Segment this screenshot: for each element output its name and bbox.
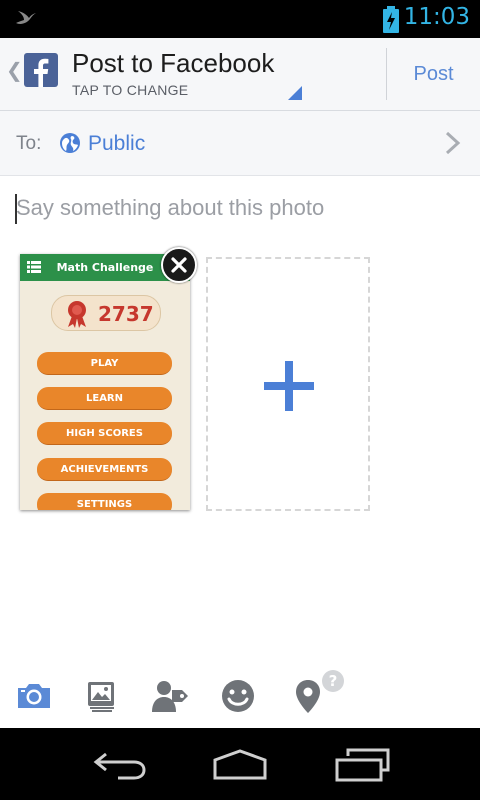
attached-photo-thumbnail[interactable]: Math Challenge 2737 PLAY LEARN HIGH SCOR… (20, 254, 190, 510)
thumbnail-settings-button: SETTINGS (37, 493, 172, 510)
emoticon-icon[interactable] (218, 676, 258, 716)
award-ribbon-icon (68, 301, 86, 328)
score-value: 2737 (98, 302, 154, 326)
thumbnail-learn-button: LEARN (37, 387, 172, 410)
recent-apps-icon[interactable] (334, 748, 390, 784)
close-icon (171, 257, 187, 273)
battery-icon (383, 6, 399, 33)
back-icon[interactable] (92, 750, 148, 782)
remove-photo-button[interactable] (161, 247, 197, 283)
message-input[interactable]: Say something about this photo (16, 195, 324, 221)
thumbnail-play-button: PLAY (37, 352, 172, 375)
facebook-icon[interactable] (24, 53, 58, 87)
location-help-badge: ? (322, 670, 344, 692)
audience-value[interactable]: Public (88, 132, 145, 156)
status-time: 11:03 (403, 4, 470, 30)
page-title[interactable]: Post to Facebook (72, 48, 274, 79)
tag-people-icon[interactable] (150, 676, 190, 716)
navigation-bar (0, 728, 480, 800)
camera-icon[interactable] (14, 676, 54, 716)
audience-row[interactable]: To: Public (0, 111, 480, 176)
add-photo-button[interactable] (206, 257, 370, 511)
to-label: To: (16, 133, 42, 154)
globe-icon (60, 133, 80, 153)
thumbnail-achievements-button: ACHIEVEMENTS (37, 458, 172, 481)
notification-bird-icon (16, 11, 36, 24)
status-bar: 11:03 (0, 0, 480, 38)
tap-to-change-label[interactable]: TAP TO CHANGE (72, 82, 188, 98)
plus-icon (264, 361, 314, 411)
photo-album-icon[interactable] (82, 676, 122, 716)
score-badge: 2737 (51, 295, 161, 331)
thumbnail-high-scores-button: HIGH SCORES (37, 422, 172, 445)
header: ❮ Post to Facebook TAP TO CHANGE Post (0, 38, 480, 111)
post-button[interactable]: Post (387, 38, 480, 110)
dropdown-corner-icon (288, 86, 302, 100)
back-chevron-icon[interactable]: ❮ (6, 58, 23, 82)
chevron-right-icon[interactable] (444, 131, 462, 155)
home-icon[interactable] (211, 748, 269, 782)
